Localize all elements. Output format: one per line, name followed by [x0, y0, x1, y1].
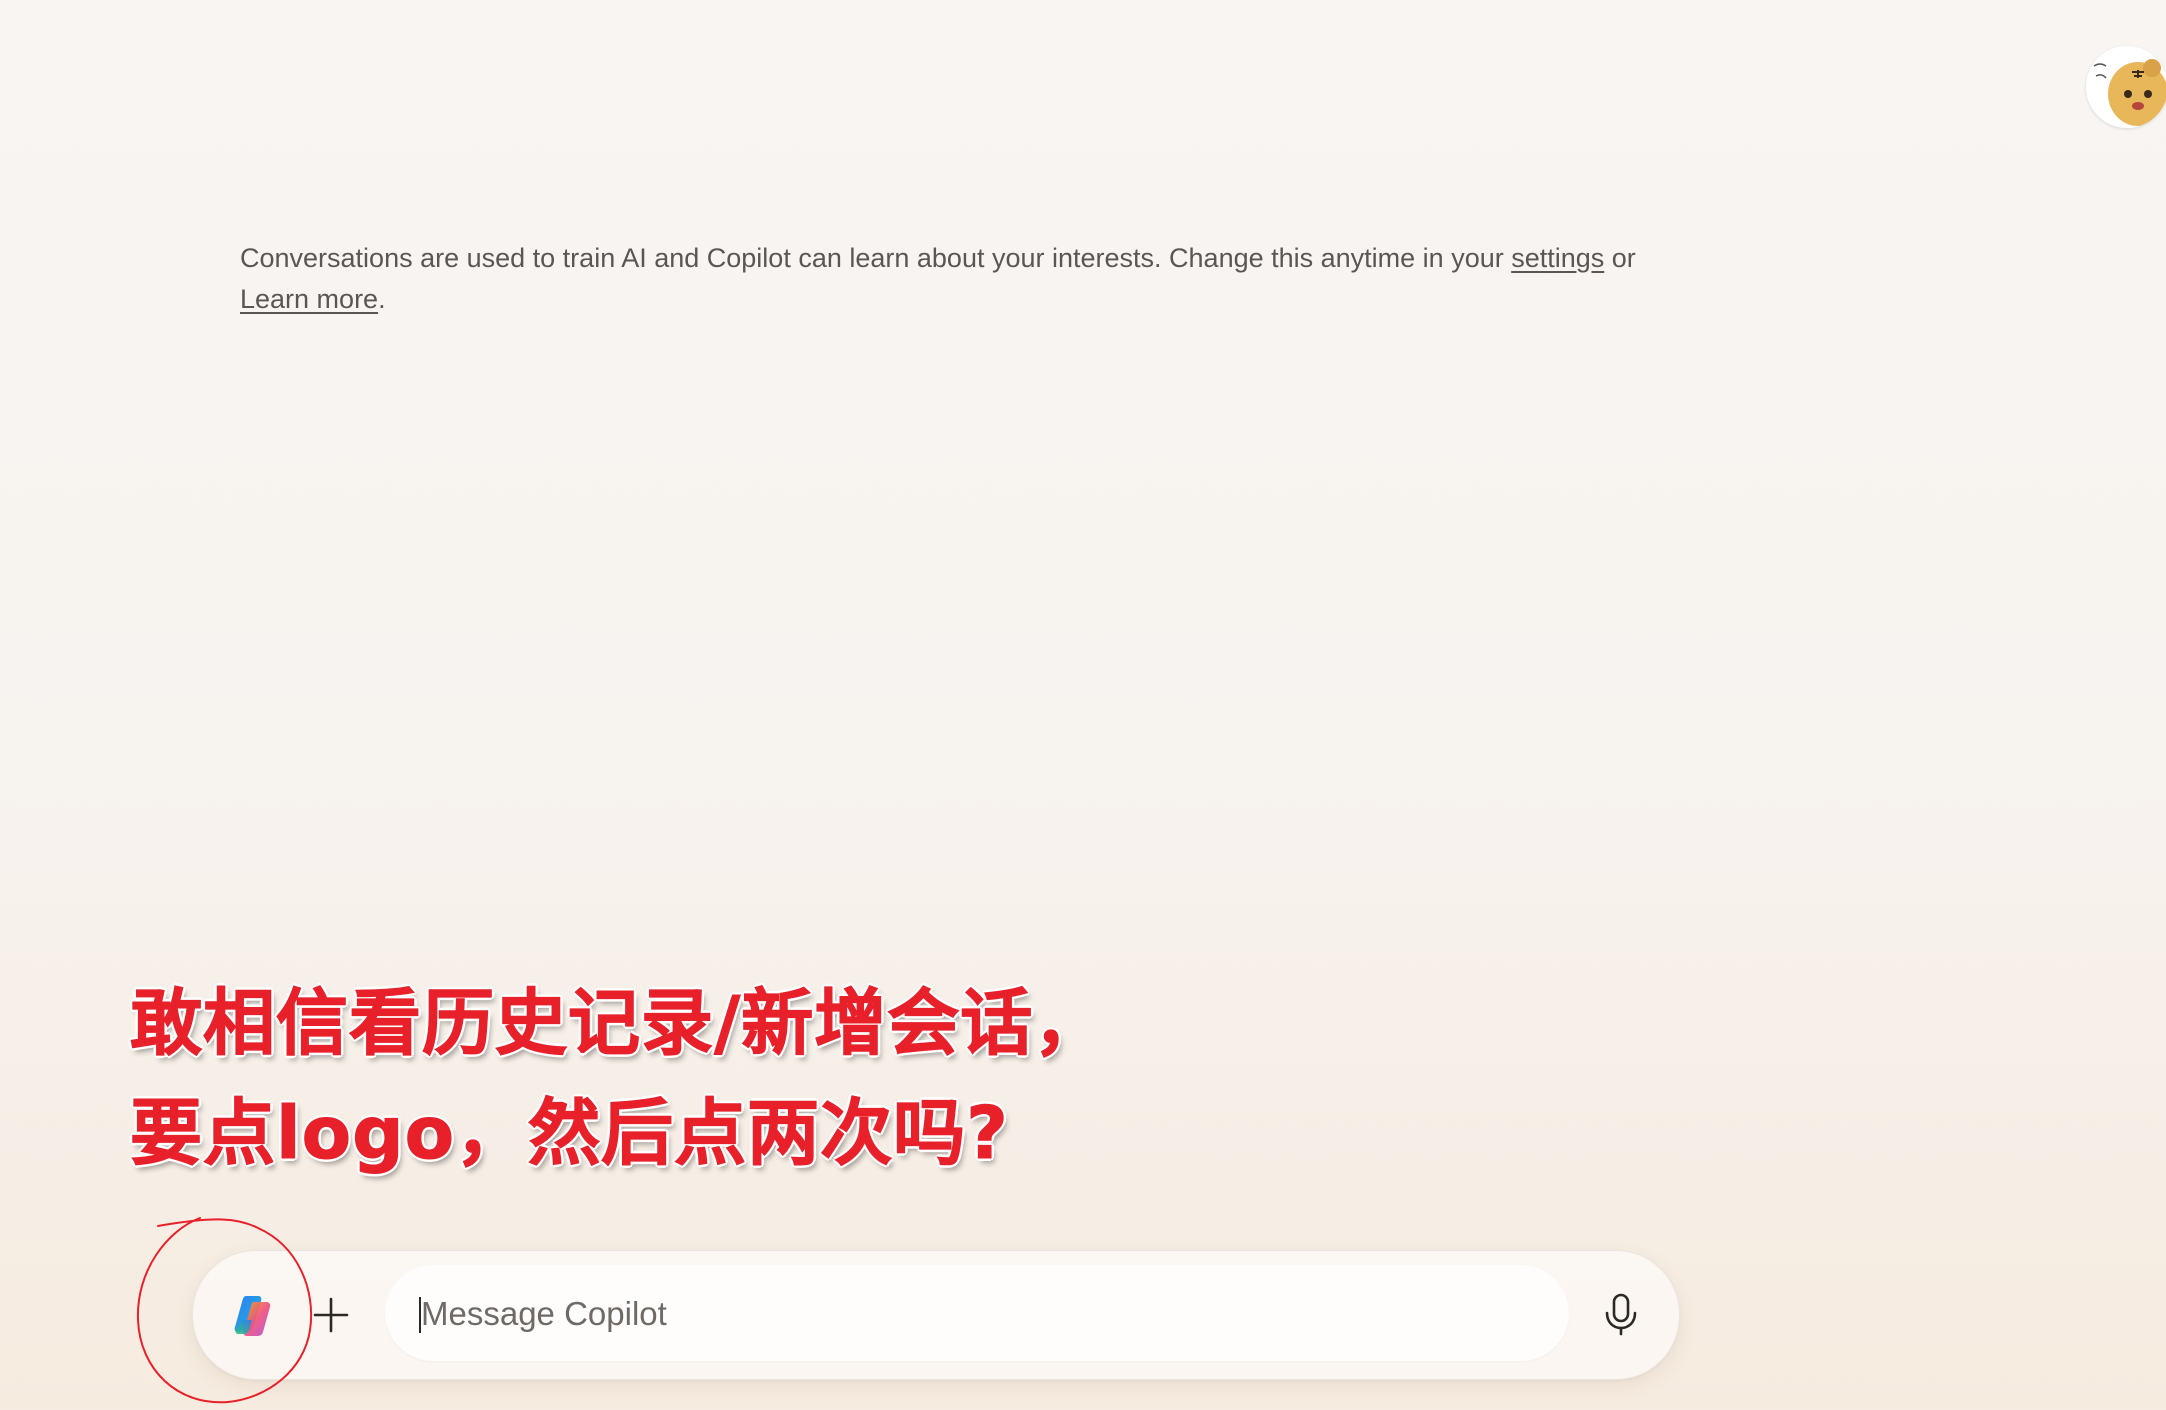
annotation-text: 敢相信看历史记录/新增会话， 要点logo，然后点两次吗?	[129, 968, 1107, 1188]
privacy-notice: Conversations are used to train AI and C…	[240, 238, 1660, 320]
notice-period: .	[378, 284, 386, 314]
message-input-container	[385, 1265, 1569, 1363]
copilot-logo-button[interactable]	[223, 1283, 287, 1347]
new-chat-plus-button[interactable]	[301, 1285, 361, 1345]
microphone-button[interactable]	[1589, 1283, 1653, 1347]
text-caret	[419, 1297, 421, 1333]
notice-text: Conversations are used to train AI and C…	[240, 243, 1512, 273]
annotation-line-1: 敢相信看历史记录/新增会话，	[129, 981, 1107, 1066]
message-input[interactable]	[419, 1265, 1523, 1363]
copilot-logo-icon	[234, 1296, 271, 1336]
annotation-line-2: 要点logo，然后点两次吗?	[129, 1091, 1009, 1176]
avatar-image	[2086, 46, 2166, 128]
notice-or: or	[1604, 243, 1636, 273]
message-composer	[192, 1250, 1680, 1380]
user-avatar[interactable]	[2086, 46, 2166, 128]
learn-more-link[interactable]: Learn more	[240, 284, 378, 314]
microphone-icon	[1605, 1293, 1637, 1336]
plus-icon	[313, 1297, 349, 1333]
settings-link[interactable]: settings	[1511, 243, 1604, 273]
